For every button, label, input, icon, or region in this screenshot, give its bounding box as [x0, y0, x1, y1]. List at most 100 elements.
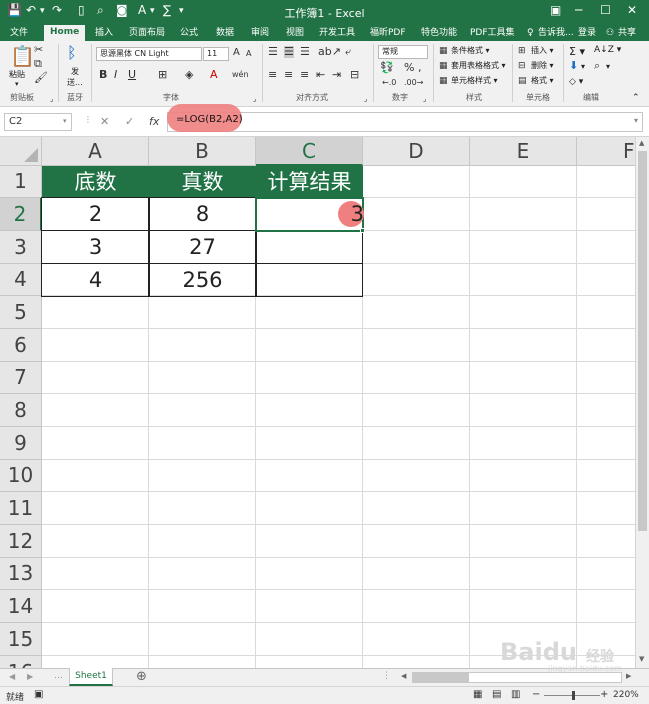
- find-icon[interactable]: ⌕: [594, 60, 600, 72]
- underline-button[interactable]: U: [128, 69, 136, 81]
- hscroll-right-icon[interactable]: ▶: [626, 672, 631, 680]
- cell-b1[interactable]: 真数: [149, 166, 256, 198]
- align-right-icon[interactable]: ≡: [300, 69, 309, 81]
- font-launcher-icon[interactable]: ⌟: [253, 95, 256, 103]
- macro-record-icon[interactable]: ▣: [34, 689, 43, 700]
- row-header-7[interactable]: 7: [0, 362, 42, 394]
- cell-a1[interactable]: 底数: [42, 166, 149, 198]
- align-middle-icon[interactable]: ☰: [284, 46, 294, 58]
- grow-font-button[interactable]: A: [233, 47, 240, 59]
- normal-view-icon[interactable]: ▦: [473, 689, 482, 700]
- conditional-format-button[interactable]: 条件格式 ▾: [451, 45, 490, 56]
- tab-formulas[interactable]: 公式: [180, 26, 198, 41]
- tab-review[interactable]: 审阅: [251, 26, 269, 41]
- autosum-button[interactable]: Σ ▾: [569, 45, 585, 58]
- clear-button[interactable]: ◇ ▾: [569, 77, 583, 87]
- tab-file[interactable]: 文件: [10, 26, 28, 41]
- tab-view[interactable]: 视图: [286, 26, 304, 41]
- decrease-decimal-icon[interactable]: .00→: [404, 77, 423, 89]
- row-header-15[interactable]: 15: [0, 623, 42, 656]
- scroll-thumb[interactable]: [638, 151, 647, 531]
- bold-button[interactable]: B: [99, 69, 107, 81]
- fill-dropdown[interactable]: ▾: [581, 62, 585, 71]
- format-cells-icon[interactable]: ▤: [518, 75, 527, 87]
- align-center-icon[interactable]: ≡: [284, 69, 293, 81]
- font-color-button-icon[interactable]: A: [210, 69, 218, 81]
- font-size-select[interactable]: 11: [203, 47, 229, 61]
- format-cells-button[interactable]: 格式 ▾: [531, 75, 554, 86]
- row-header-12[interactable]: 12: [0, 525, 42, 558]
- login-link[interactable]: 登录: [578, 26, 596, 41]
- align-bottom-icon[interactable]: ☰: [300, 46, 310, 58]
- shrink-font-button[interactable]: A: [246, 48, 251, 60]
- vertical-scrollbar[interactable]: ▲ ▼: [635, 137, 649, 668]
- zoom-slider-thumb[interactable]: [572, 691, 575, 700]
- clipboard-launcher-icon[interactable]: ⌟: [50, 95, 53, 103]
- zoom-out-button[interactable]: −: [532, 689, 540, 700]
- confirm-button[interactable]: ✓: [125, 115, 134, 128]
- insert-cells-icon[interactable]: ⊞: [518, 45, 526, 57]
- tab-pdf-tools[interactable]: PDF工具集: [470, 26, 515, 41]
- paste-icon[interactable]: 📋: [10, 45, 35, 67]
- insert-function-button[interactable]: fx: [149, 115, 159, 128]
- formula-text[interactable]: =LOG(B2,A2): [176, 114, 243, 125]
- bluetooth-send-label[interactable]: 发: [71, 66, 79, 77]
- align-top-icon[interactable]: ☰: [268, 46, 278, 58]
- tab-special[interactable]: 特色功能: [421, 26, 457, 41]
- sheet-overflow-icon[interactable]: …: [54, 671, 63, 681]
- row-header-11[interactable]: 11: [0, 492, 42, 525]
- cell-styles-button[interactable]: 单元格样式 ▾: [451, 75, 498, 86]
- orientation-icon[interactable]: ab↗: [318, 46, 341, 58]
- zoom-in-button[interactable]: +: [600, 689, 608, 700]
- row-header-8[interactable]: 8: [0, 394, 42, 427]
- delete-cells-button[interactable]: 删除 ▾: [531, 60, 554, 71]
- cell-styles-icon[interactable]: ▦: [439, 75, 448, 87]
- bluetooth-icon[interactable]: ᛒ: [67, 44, 77, 62]
- name-box[interactable]: C2: [4, 113, 72, 131]
- number-launcher-icon[interactable]: ⌟: [423, 95, 426, 103]
- tab-insert[interactable]: 插入: [95, 26, 113, 41]
- format-as-table-button[interactable]: 套用表格格式 ▾: [451, 60, 506, 71]
- number-format-select[interactable]: 常规: [378, 45, 428, 59]
- collapse-ribbon-icon[interactable]: ⌃: [632, 93, 640, 103]
- next-sheet-icon[interactable]: ▶: [27, 672, 33, 681]
- sheet-tab-sheet1[interactable]: Sheet1: [69, 668, 113, 686]
- cell-c1[interactable]: 计算结果: [256, 166, 363, 198]
- hscroll-left-icon[interactable]: ◀: [401, 672, 406, 680]
- italic-button[interactable]: I: [114, 69, 117, 81]
- row-header-5[interactable]: 5: [0, 296, 42, 329]
- add-sheet-button[interactable]: ⊕: [136, 669, 147, 684]
- tell-me-box[interactable]: 告诉我...: [538, 26, 574, 41]
- row-header-3[interactable]: 3: [0, 231, 42, 264]
- font-name-select[interactable]: 思源黑体 CN Light: [96, 47, 202, 61]
- column-header-a[interactable]: A: [42, 137, 149, 166]
- hscroll-thumb[interactable]: [413, 673, 469, 682]
- page-break-view-icon[interactable]: ▥: [511, 689, 520, 700]
- bluetooth-send-label-2[interactable]: 送...: [67, 77, 83, 88]
- border-icon[interactable]: ⊞: [158, 69, 167, 81]
- column-header-b[interactable]: B: [149, 137, 256, 166]
- column-header-f[interactable]: F: [577, 137, 635, 166]
- row-header-13[interactable]: 13: [0, 558, 42, 590]
- zoom-level[interactable]: 220%: [613, 690, 639, 700]
- tab-page-layout[interactable]: 页面布局: [129, 26, 165, 41]
- merge-center-icon[interactable]: ⊟: [350, 69, 359, 81]
- name-box-dropdown-icon[interactable]: ▾: [63, 117, 67, 125]
- decrease-indent-icon[interactable]: ⇤: [316, 69, 325, 81]
- wrap-text-icon[interactable]: ⤶: [345, 46, 351, 58]
- tab-developer[interactable]: 开发工具: [319, 26, 355, 41]
- select-all-button[interactable]: [0, 137, 42, 166]
- ribbon-options-icon[interactable]: ▣: [550, 3, 561, 17]
- paste-button[interactable]: 粘贴: [9, 69, 25, 80]
- sort-filter-button[interactable]: A↓Z ▾: [594, 45, 621, 55]
- page-layout-view-icon[interactable]: ▤: [492, 689, 501, 700]
- cut-icon[interactable]: ✂: [34, 44, 43, 56]
- increase-decimal-icon[interactable]: ←.0: [382, 77, 396, 89]
- cancel-button[interactable]: ✕: [100, 115, 109, 128]
- close-button[interactable]: ✕: [627, 3, 637, 17]
- scroll-down-icon[interactable]: ▼: [639, 655, 644, 663]
- paste-dropdown-icon[interactable]: ▾: [15, 80, 19, 88]
- expand-formula-icon[interactable]: ▾: [634, 116, 638, 125]
- row-header-16[interactable]: 16: [0, 656, 42, 668]
- tab-data[interactable]: 数据: [216, 26, 234, 41]
